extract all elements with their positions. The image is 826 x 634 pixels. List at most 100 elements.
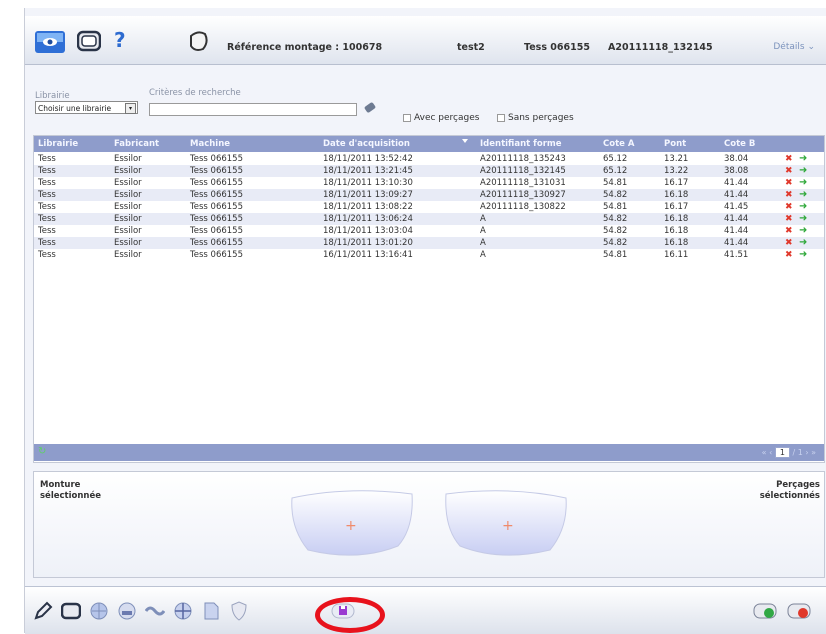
library-select[interactable]: Choisir une librairie ▾ [35, 101, 138, 114]
table-row[interactable]: Tess Essilor Tess 066155 18/11/2011 13:06:2… [34, 213, 824, 225]
delete-icon[interactable]: ✖ [785, 226, 793, 236]
details-chevron-icon: ⌄ [807, 42, 815, 52]
table-row[interactable]: Tess Essilor Tess 066155 18/11/2011 13:08:2… [34, 201, 824, 213]
table-cell: 38.08 [724, 166, 749, 176]
col-identifiant[interactable]: Identifiant forme [480, 136, 562, 152]
bifocal-icon[interactable] [117, 601, 137, 621]
next-page-icon[interactable]: › [805, 448, 808, 457]
grid-header: Librairie Fabricant Machine Date d'acqui… [34, 136, 824, 152]
table-cell: A20111118_130822 [480, 202, 566, 212]
selected-frame-label-2: sélectionnée [40, 491, 101, 501]
chevron-down-icon: ▾ [125, 103, 136, 114]
frame-tool-icon[interactable] [61, 601, 81, 621]
col-cote-b[interactable]: Cote B [724, 136, 755, 152]
table-cell: Essilor [114, 202, 142, 212]
select-arrow-icon[interactable]: ➜ [799, 237, 807, 248]
crosshair-icon[interactable] [173, 601, 193, 621]
delete-icon[interactable]: ✖ [785, 238, 793, 248]
table-cell: A20111118_132145 [480, 166, 566, 176]
table-cell: 41.51 [724, 250, 749, 260]
delete-icon[interactable]: ✖ [785, 154, 793, 164]
col-librairie[interactable]: Librairie [38, 136, 78, 152]
select-arrow-icon[interactable]: ➜ [799, 213, 807, 224]
table-cell: 18/11/2011 13:10:30 [323, 178, 413, 188]
delete-icon[interactable]: ✖ [785, 250, 793, 260]
sort-desc-icon [462, 139, 468, 143]
first-page-icon[interactable]: « [762, 448, 767, 457]
table-row[interactable]: Tess Essilor Tess 066155 18/11/2011 13:52:4… [34, 153, 824, 165]
validate-icon[interactable] [753, 601, 777, 621]
table-cell: Tess 066155 [190, 250, 243, 260]
checkbox-box [403, 113, 411, 122]
table-row[interactable]: Tess Essilor Tess 066155 18/11/2011 13:01:2… [34, 237, 824, 249]
globe-icon[interactable] [89, 601, 109, 621]
table-cell: 41.44 [724, 214, 749, 224]
delete-icon[interactable]: ✖ [785, 178, 793, 188]
table-cell: Tess [38, 178, 56, 188]
frame-icon[interactable] [77, 30, 101, 52]
delete-icon[interactable]: ✖ [785, 166, 793, 176]
table-row[interactable]: Tess Essilor Tess 066155 18/11/2011 13:03:0… [34, 225, 824, 237]
cancel-icon[interactable] [787, 601, 811, 621]
col-pont[interactable]: Pont [664, 136, 686, 152]
table-cell: 54.81 [603, 202, 628, 212]
lens-shape-icon [190, 31, 208, 51]
table-row[interactable]: Tess Essilor Tess 066155 16/11/2011 13:16:4… [34, 249, 824, 261]
col-fabricant[interactable]: Fabricant [114, 136, 159, 152]
col-cote-a[interactable]: Cote A [603, 136, 634, 152]
pencil-icon[interactable] [33, 601, 53, 621]
table-cell: 16.17 [664, 202, 689, 212]
file-icon[interactable] [201, 601, 221, 621]
select-arrow-icon[interactable]: ➜ [799, 177, 807, 188]
search-criteria-input[interactable] [149, 103, 357, 116]
table-cell: A20111118_131031 [480, 178, 566, 188]
delete-icon[interactable]: ✖ [785, 214, 793, 224]
table-cell: Tess [38, 226, 56, 236]
prev-page-icon[interactable]: ‹ [769, 448, 772, 457]
table-cell: 54.82 [603, 214, 628, 224]
page-input[interactable]: 1 [774, 447, 790, 458]
help-icon[interactable]: ? [114, 28, 126, 52]
refresh-icon[interactable]: ↻ [38, 446, 46, 457]
table-row[interactable]: Tess Essilor Tess 066155 18/11/2011 13:10:3… [34, 177, 824, 189]
eraser-icon[interactable] [363, 101, 377, 114]
col-date[interactable]: Date d'acquisition [323, 136, 410, 152]
table-row[interactable]: Tess Essilor Tess 066155 18/11/2011 13:09:2… [34, 189, 824, 201]
right-lens-shape: + [445, 490, 567, 556]
table-cell: 41.45 [724, 202, 749, 212]
select-arrow-icon[interactable]: ➜ [799, 153, 807, 164]
select-arrow-icon[interactable]: ➜ [799, 249, 807, 260]
library-label: Librairie [35, 91, 70, 101]
table-cell: 41.44 [724, 190, 749, 200]
table-cell: 41.44 [724, 178, 749, 188]
with-drilling-checkbox[interactable]: Avec perçages [403, 113, 479, 123]
criteria-label: Critères de recherche [149, 88, 241, 98]
select-arrow-icon[interactable]: ➜ [799, 225, 807, 236]
table-cell: 41.44 [724, 226, 749, 236]
wave-icon[interactable] [145, 601, 165, 621]
table-cell: Tess 066155 [190, 202, 243, 212]
user-name: test2 [457, 42, 485, 53]
header-bar: ? Référence montage : 100678 test2 Tess … [25, 16, 826, 65]
col-machine[interactable]: Machine [190, 136, 230, 152]
last-page-icon[interactable]: » [811, 448, 816, 457]
shield-icon[interactable] [229, 601, 249, 621]
selected-frame-label: Monture sélectionnée [40, 480, 101, 502]
delete-icon[interactable]: ✖ [785, 190, 793, 200]
table-cell: 16/11/2011 13:16:41 [323, 250, 413, 260]
table-row[interactable]: Tess Essilor Tess 066155 18/11/2011 13:21:4… [34, 165, 824, 177]
table-cell: Tess [38, 202, 56, 212]
bottom-toolbar [25, 586, 826, 634]
details-button[interactable]: Détails ⌄ [773, 42, 815, 52]
select-arrow-icon[interactable]: ➜ [799, 165, 807, 176]
without-drilling-checkbox[interactable]: Sans perçages [497, 113, 574, 123]
select-arrow-icon[interactable]: ➜ [799, 201, 807, 212]
logo-icon[interactable] [35, 29, 65, 55]
select-arrow-icon[interactable]: ➜ [799, 189, 807, 200]
delete-icon[interactable]: ✖ [785, 202, 793, 212]
table-cell: 65.12 [603, 166, 628, 176]
table-cell: Tess [38, 238, 56, 248]
left-lens-shape: + [291, 490, 413, 556]
table-cell: A [480, 214, 486, 224]
table-cell: Tess 066155 [190, 178, 243, 188]
